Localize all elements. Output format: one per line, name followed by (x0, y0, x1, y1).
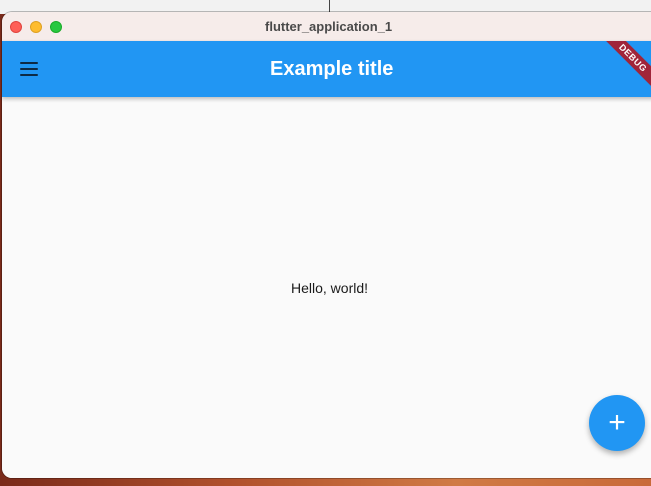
add-icon: + (608, 406, 626, 439)
add-floating-action-button[interactable]: + (589, 395, 645, 451)
app-window: flutter_application_1 Example title DEBU… (2, 12, 651, 478)
app-bar-title: Example title (270, 58, 394, 80)
window-title: flutter_application_1 (265, 19, 393, 34)
hello-text: Hello, world! (291, 280, 369, 296)
app-bar: Example title DEBUG (2, 41, 651, 97)
window-titlebar[interactable]: flutter_application_1 (2, 12, 651, 42)
debug-banner: DEBUG (591, 41, 651, 97)
debug-banner-label: DEBUG (591, 41, 651, 97)
page-body: Hello, world! (2, 97, 651, 478)
